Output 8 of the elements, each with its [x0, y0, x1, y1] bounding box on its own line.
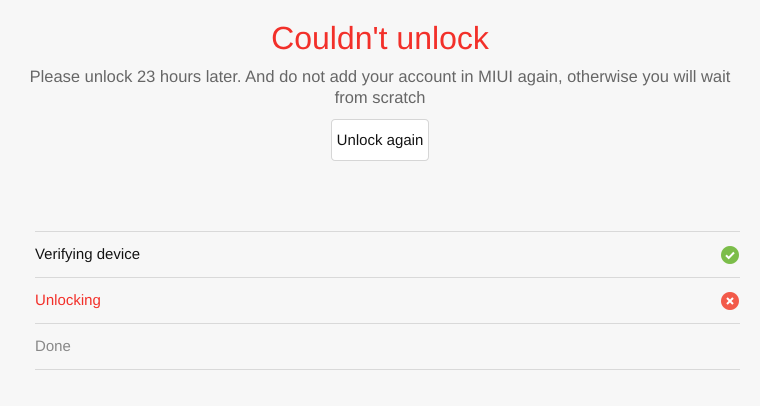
step-label: Unlocking	[35, 292, 101, 309]
check-icon	[721, 246, 739, 264]
step-label: Verifying device	[35, 246, 140, 263]
error-message: Please unlock 23 hours later. And do not add your account in MIUI again, otherwise you will wait from scratch	[28, 67, 732, 109]
error-icon	[721, 292, 739, 310]
error-title: Couldn't unlock	[271, 19, 489, 58]
unlock-again-button[interactable]: Unlock again	[330, 119, 430, 161]
step-label: Done	[35, 338, 71, 355]
